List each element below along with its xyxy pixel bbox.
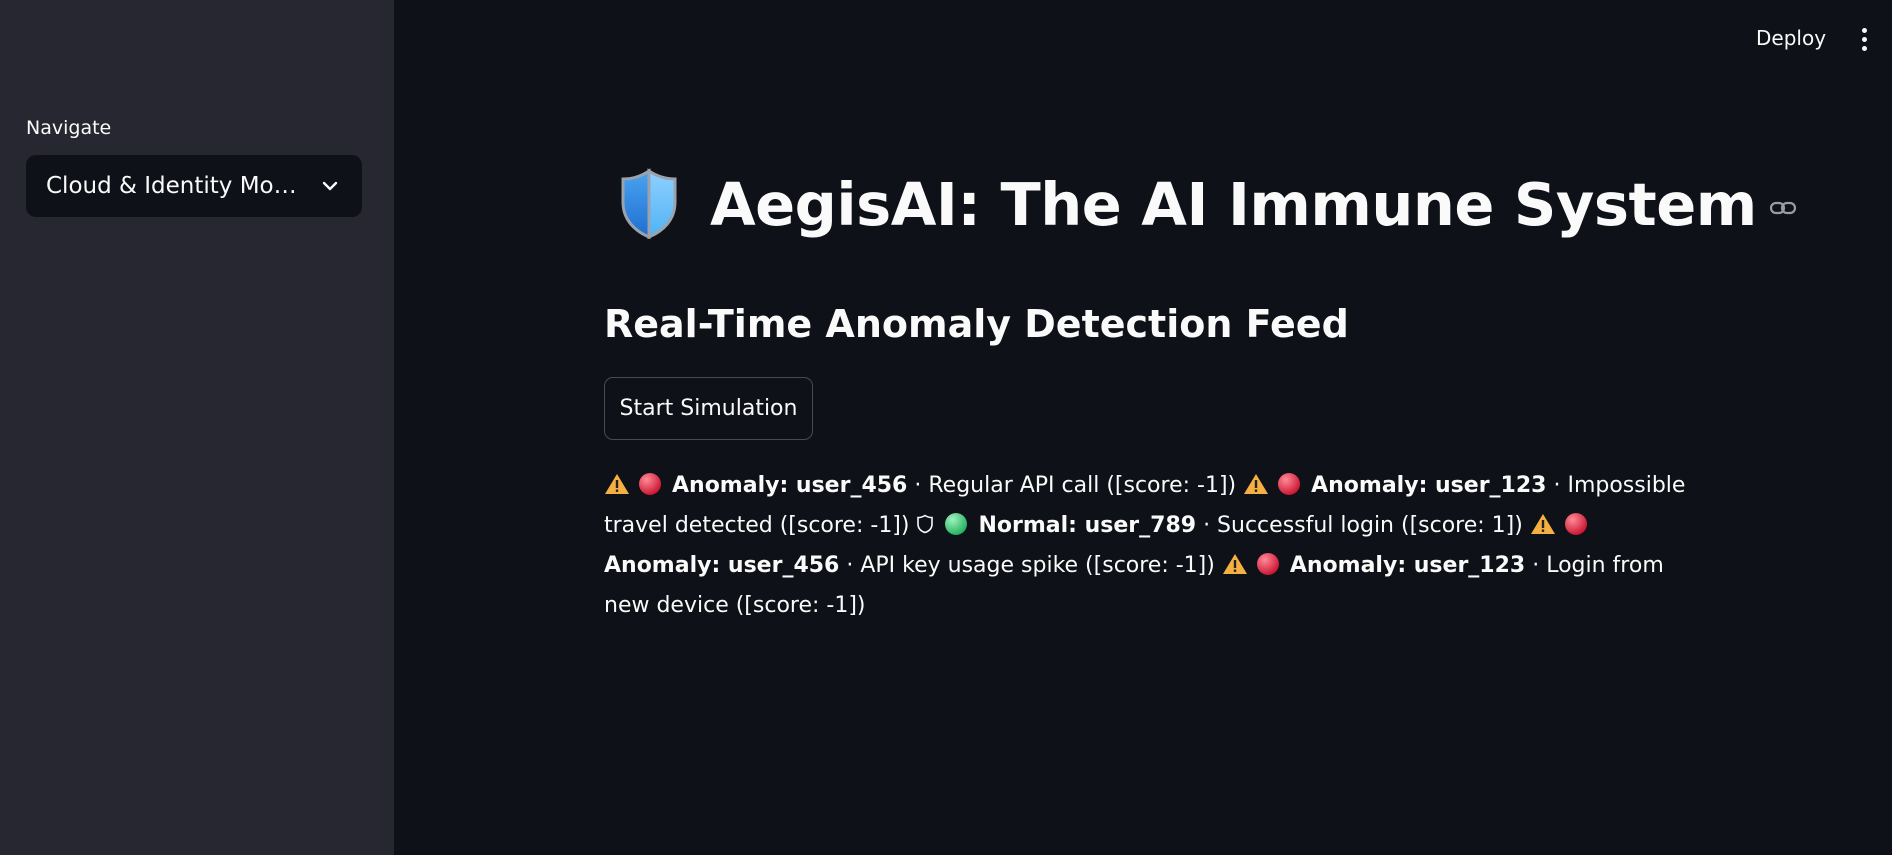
- chevron-down-icon: [318, 174, 342, 198]
- shield-icon: [621, 168, 677, 240]
- navigate-label: Navigate: [26, 117, 112, 139]
- warning-icon: [1222, 554, 1247, 574]
- feed-entry-heading: Anomaly: user_123: [1289, 553, 1526, 578]
- red-circle-icon: [1564, 513, 1587, 535]
- feed-subtitle: Real-Time Anomaly Detection Feed: [604, 302, 1349, 346]
- feed-entry-text: · API key usage spike ([score: -1]): [839, 553, 1215, 578]
- warning-icon: [605, 474, 629, 494]
- anomaly-feed: Anomaly: user_456 · Regular API call ([s…: [604, 466, 1699, 626]
- shield-outline-icon: [917, 514, 934, 534]
- feed-entry-text: · Regular API call ([score: -1]): [907, 473, 1237, 498]
- title-row: AegisAI: The AI Immune System: [618, 168, 1797, 240]
- feed-entry-heading: Anomaly: user_456: [672, 473, 908, 498]
- kebab-menu-icon[interactable]: [1852, 22, 1876, 56]
- red-circle-icon: [639, 473, 661, 495]
- feed-entry-heading: Anomaly: user_456: [604, 553, 840, 578]
- green-circle-icon: [945, 513, 968, 535]
- navigate-select-value: Cloud & Identity Mon…: [46, 173, 312, 199]
- feed-entry: Anomaly: user_456 · Regular API call ([s…: [604, 473, 1243, 498]
- warning-icon: [1244, 474, 1269, 494]
- feed-entry: Normal: user_789 · Successful login ([sc…: [916, 513, 1529, 538]
- feed-entry-text: · Successful login ([score: 1]): [1196, 513, 1523, 538]
- sidebar: Navigate Cloud & Identity Mon…: [0, 0, 394, 855]
- red-circle-icon: [1256, 553, 1279, 575]
- start-simulation-button[interactable]: Start Simulation: [604, 377, 813, 440]
- warning-icon: [1530, 514, 1555, 534]
- feed-entry-heading: Normal: user_789: [978, 513, 1197, 538]
- page-title: AegisAI: The AI Immune System: [710, 169, 1757, 239]
- app-root: Navigate Cloud & Identity Mon… Deploy Ae…: [0, 0, 1892, 855]
- deploy-button[interactable]: Deploy: [1750, 22, 1832, 54]
- link-icon[interactable]: [1769, 198, 1797, 218]
- red-circle-icon: [1278, 473, 1301, 495]
- feed-entry-heading: Anomaly: user_123: [1311, 473, 1547, 498]
- navigate-select[interactable]: Cloud & Identity Mon…: [26, 155, 362, 217]
